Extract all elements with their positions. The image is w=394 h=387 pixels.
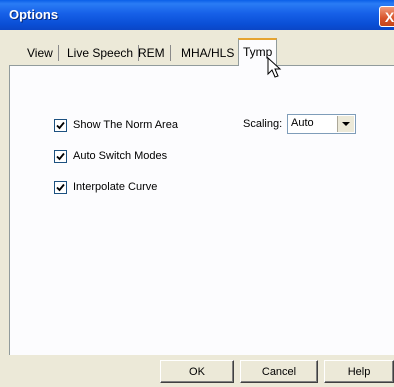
close-button[interactable]: X — [379, 6, 394, 27]
checkmark-icon — [56, 152, 65, 161]
ok-button[interactable]: OK — [160, 360, 234, 383]
auto-switch-modes-label: Auto Switch Modes — [73, 150, 168, 162]
interpolate-curve-checkbox[interactable] — [54, 181, 67, 194]
tab-mha-hls[interactable]: MHA/HLS — [181, 42, 234, 64]
checkmark-icon — [56, 183, 65, 192]
tab-panel-tymp — [9, 65, 394, 355]
mouse-pointer-icon — [267, 57, 282, 78]
close-icon: X — [384, 8, 394, 25]
help-button[interactable]: Help — [324, 360, 394, 383]
scaling-label: Scaling: — [243, 118, 283, 130]
show-norm-area-label: Show The Norm Area — [73, 119, 178, 131]
dropdown-arrow-button[interactable] — [337, 116, 354, 132]
scaling-value: Auto — [291, 117, 314, 129]
auto-switch-modes-checkbox[interactable] — [54, 150, 67, 163]
scaling-select[interactable]: Auto — [287, 114, 356, 134]
tab-rem[interactable]: REM — [138, 42, 171, 64]
chevron-down-icon — [342, 121, 350, 126]
cancel-button[interactable]: Cancel — [240, 360, 318, 383]
window-title: Options — [9, 7, 59, 22]
interpolate-curve-label: Interpolate Curve — [73, 181, 158, 193]
title-bar[interactable]: Options X — [0, 0, 394, 30]
checkmark-icon — [56, 121, 65, 130]
tab-live-speech[interactable]: Live Speech — [67, 42, 140, 64]
tab-view[interactable]: View — [27, 42, 59, 64]
options-dialog: Options X View Live Speech REM MHA/HLS T… — [0, 0, 394, 387]
show-norm-area-checkbox[interactable] — [54, 119, 67, 132]
